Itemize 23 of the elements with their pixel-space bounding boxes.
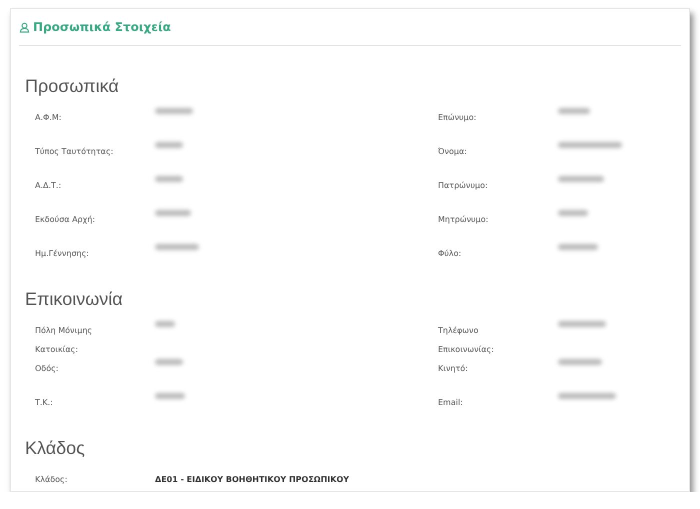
user-icon [19,22,30,32]
field-label: Πόλη Μόνιμης Κατοικίας: [35,326,94,354]
field-value: ΔΕ01 - ΕΙΔΙΚΟΥ ΒΟΗΘΗΤΙΚΟΥ ΠΡΟΣΩΠΙΚΟΥ [155,475,350,484]
field-label: Εκδούσα Αρχή: [35,215,96,224]
field-label: Τηλέφωνο Επικοινωνίας: [438,326,495,354]
section-title: Επικοινωνία [25,289,124,310]
field-label: Μητρώνυμο: [438,215,490,224]
field-label: Φύλο: [438,249,462,258]
field-label: Κινητό: [438,364,469,373]
field-label: Τ.Κ.: [35,398,54,407]
field-label: Α.Φ.Μ: [35,113,62,122]
field-label: Πατρώνυμο: [438,181,489,190]
section-title: Κλάδος [25,438,86,459]
field-label: Κλάδος: [35,475,68,484]
panel-title: Προσωπικά Στοιχεία [33,20,171,34]
field-label: Α.Δ.Τ.: [35,181,62,190]
field-label: Επώνυμο: [438,113,478,122]
field-label: Ημ.Γέννησης: [35,249,90,258]
field-label: Όνομα: [438,147,468,156]
field-label: Email: [438,398,464,407]
field-label: Οδός: [35,364,60,373]
field-label: Τύπος Ταυτότητας: [35,147,114,156]
section-title: Προσωπικά [25,76,120,97]
